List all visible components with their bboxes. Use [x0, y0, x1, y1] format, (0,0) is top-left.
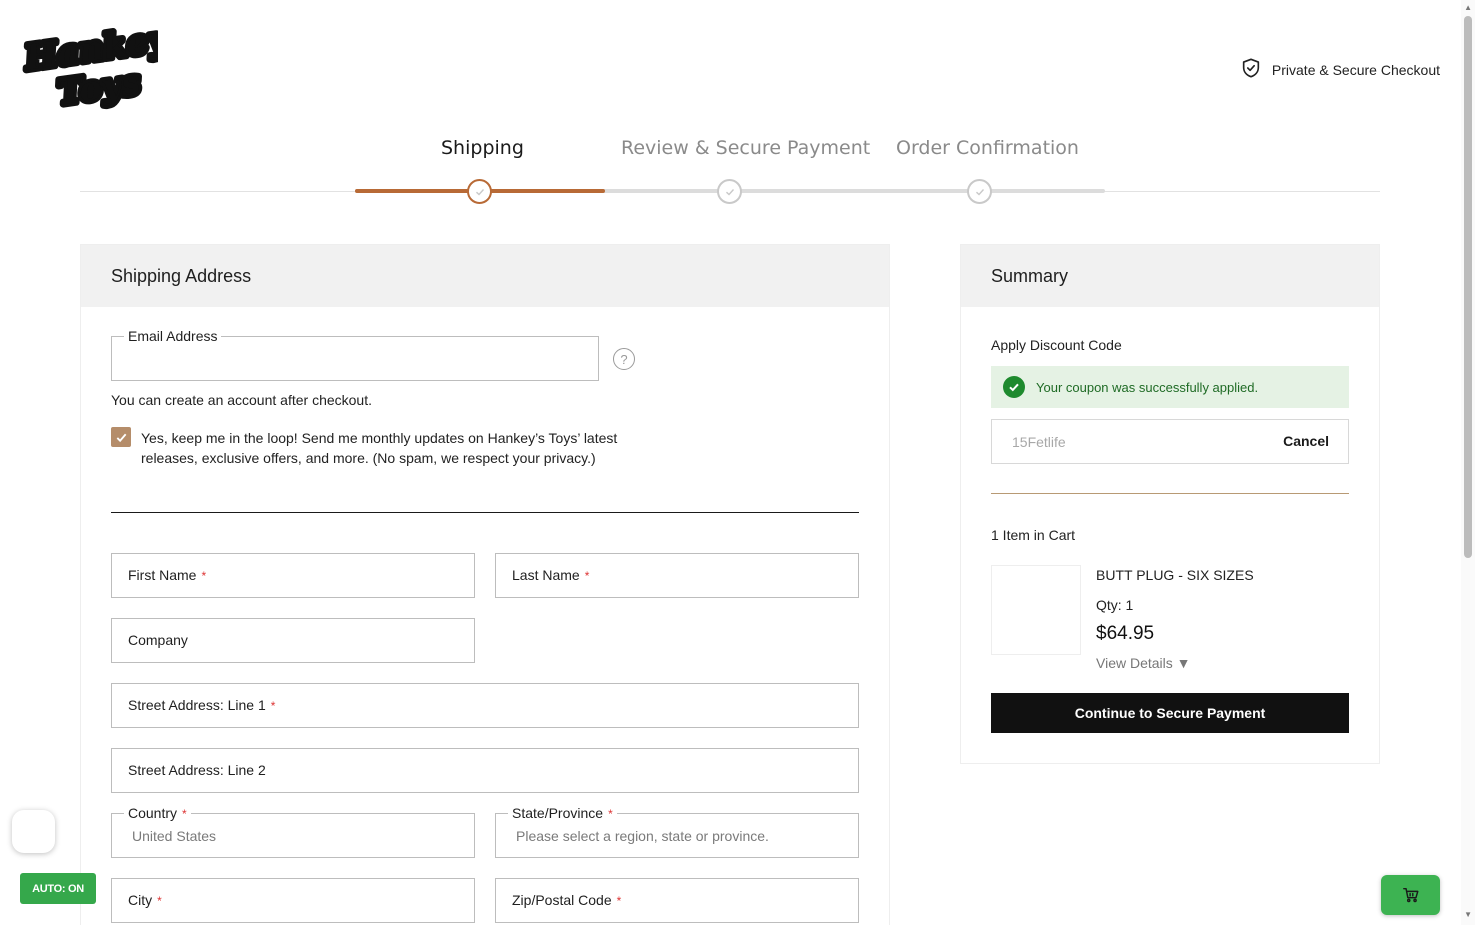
product-price: $64.95 [1096, 623, 1155, 644]
product-name: BUTT PLUG - SIX SIZES [1096, 567, 1254, 583]
product-qty: Qty: 1 [1096, 597, 1134, 613]
state-placeholder: Please select a region, state or provinc… [516, 828, 769, 844]
country-value: United States [132, 828, 217, 844]
help-icon[interactable]: ? [613, 348, 635, 370]
company-field[interactable]: Company [111, 618, 475, 663]
required-mark: * [201, 569, 207, 583]
summary-panel: Summary [960, 244, 1380, 764]
coupon-success-message: Your coupon was successfully applied. [991, 366, 1349, 408]
street-line1-field[interactable]: Street Address: Line 1 * [111, 683, 859, 728]
country-label-text: Country [128, 805, 178, 821]
street-line2-label: Street Address: Line 2 [124, 762, 270, 778]
cart-count: 1 Item in Cart [991, 527, 1076, 543]
account-note: You can create an account after checkout… [111, 392, 372, 408]
required-mark: * [608, 807, 613, 821]
floating-cart-button[interactable] [1381, 875, 1440, 915]
email-label: Email Address [124, 328, 222, 344]
secure-checkout-badge: Private & Secure Checkout [1240, 57, 1440, 82]
discount-code-label: Apply Discount Code [991, 337, 1122, 353]
state-label-text: State/Province [512, 805, 604, 821]
zip-field[interactable]: Zip/Postal Code * [495, 878, 859, 923]
last-name-field[interactable]: Last Name * [495, 553, 859, 598]
required-mark: * [584, 569, 590, 583]
logo-mark: Hankey's Hankey's Toys Toys [18, 11, 203, 117]
required-mark: * [616, 894, 622, 908]
scrollbar[interactable]: ▲ ▼ [1461, 0, 1475, 925]
scroll-up-icon[interactable]: ▲ [1464, 3, 1472, 12]
zip-label: Zip/Postal Code * [508, 892, 626, 908]
view-details-link[interactable]: View Details ▼ [1096, 655, 1191, 671]
street-line2-field[interactable]: Street Address: Line 2 [111, 748, 859, 793]
coupon-code-value: 15Fetlife [1012, 434, 1066, 450]
coupon-input[interactable]: 15Fetlife Cancel [991, 419, 1349, 464]
last-name-label: Last Name * [508, 567, 594, 583]
step-shipping-check-icon [467, 179, 492, 204]
checkmark-icon [116, 433, 126, 442]
chat-widget-button[interactable] [12, 810, 55, 853]
company-label: Company [124, 632, 192, 648]
step-order-confirmation: Order Confirmation [896, 137, 1079, 159]
shipping-address-title: Shipping Address [81, 245, 889, 307]
summary-title: Summary [961, 245, 1379, 307]
check-circle-icon [1003, 376, 1025, 398]
secure-checkout-label: Private & Secure Checkout [1271, 61, 1440, 78]
last-name-label-text: Last Name [512, 567, 580, 583]
first-name-label-text: First Name [128, 567, 197, 583]
logo[interactable]: Hankey's Hankey's Toys Toys [18, 11, 203, 117]
state-label: State/Province * [508, 805, 617, 821]
newsletter-checkbox[interactable] [111, 427, 131, 447]
country-label: Country * [124, 805, 191, 821]
product-thumbnail [991, 565, 1081, 655]
first-name-field[interactable]: First Name * [111, 553, 475, 598]
street-line1-label-text: Street Address: Line 1 [128, 697, 266, 713]
city-label-text: City [128, 892, 153, 908]
auto-toggle-button[interactable]: AUTO: ON [20, 873, 96, 904]
shield-check-icon [1240, 57, 1262, 82]
scroll-down-icon[interactable]: ▼ [1464, 910, 1472, 919]
email-field[interactable]: Email Address [111, 328, 599, 381]
cancel-coupon-button[interactable]: Cancel [1283, 433, 1329, 449]
city-field[interactable]: City * [111, 878, 475, 923]
step-shipping: Shipping [441, 137, 524, 159]
required-mark: * [270, 699, 276, 713]
step-confirmation-check-icon [967, 179, 992, 204]
city-label: City * [124, 892, 166, 908]
newsletter-label: Yes, keep me in the loop! Send me monthl… [141, 430, 618, 466]
coupon-success-text: Your coupon was successfully applied. [1036, 379, 1259, 395]
scroll-thumb[interactable] [1464, 16, 1472, 558]
step-review-payment: Review & Secure Payment [621, 137, 871, 159]
cart-icon [1402, 887, 1418, 903]
summary-divider [991, 493, 1349, 494]
step-review-check-icon [717, 179, 742, 204]
country-select[interactable]: Country * United States [111, 805, 475, 858]
zip-label-text: Zip/Postal Code [512, 892, 612, 908]
first-name-label: First Name * [124, 567, 211, 583]
state-select[interactable]: State/Province * Please select a region, … [495, 805, 859, 858]
continue-to-payment-button[interactable]: Continue to Secure Payment [991, 693, 1349, 733]
street-line1-label: Street Address: Line 1 * [124, 697, 280, 713]
required-mark: * [157, 894, 162, 908]
required-mark: * [182, 807, 187, 821]
form-divider [111, 512, 859, 513]
